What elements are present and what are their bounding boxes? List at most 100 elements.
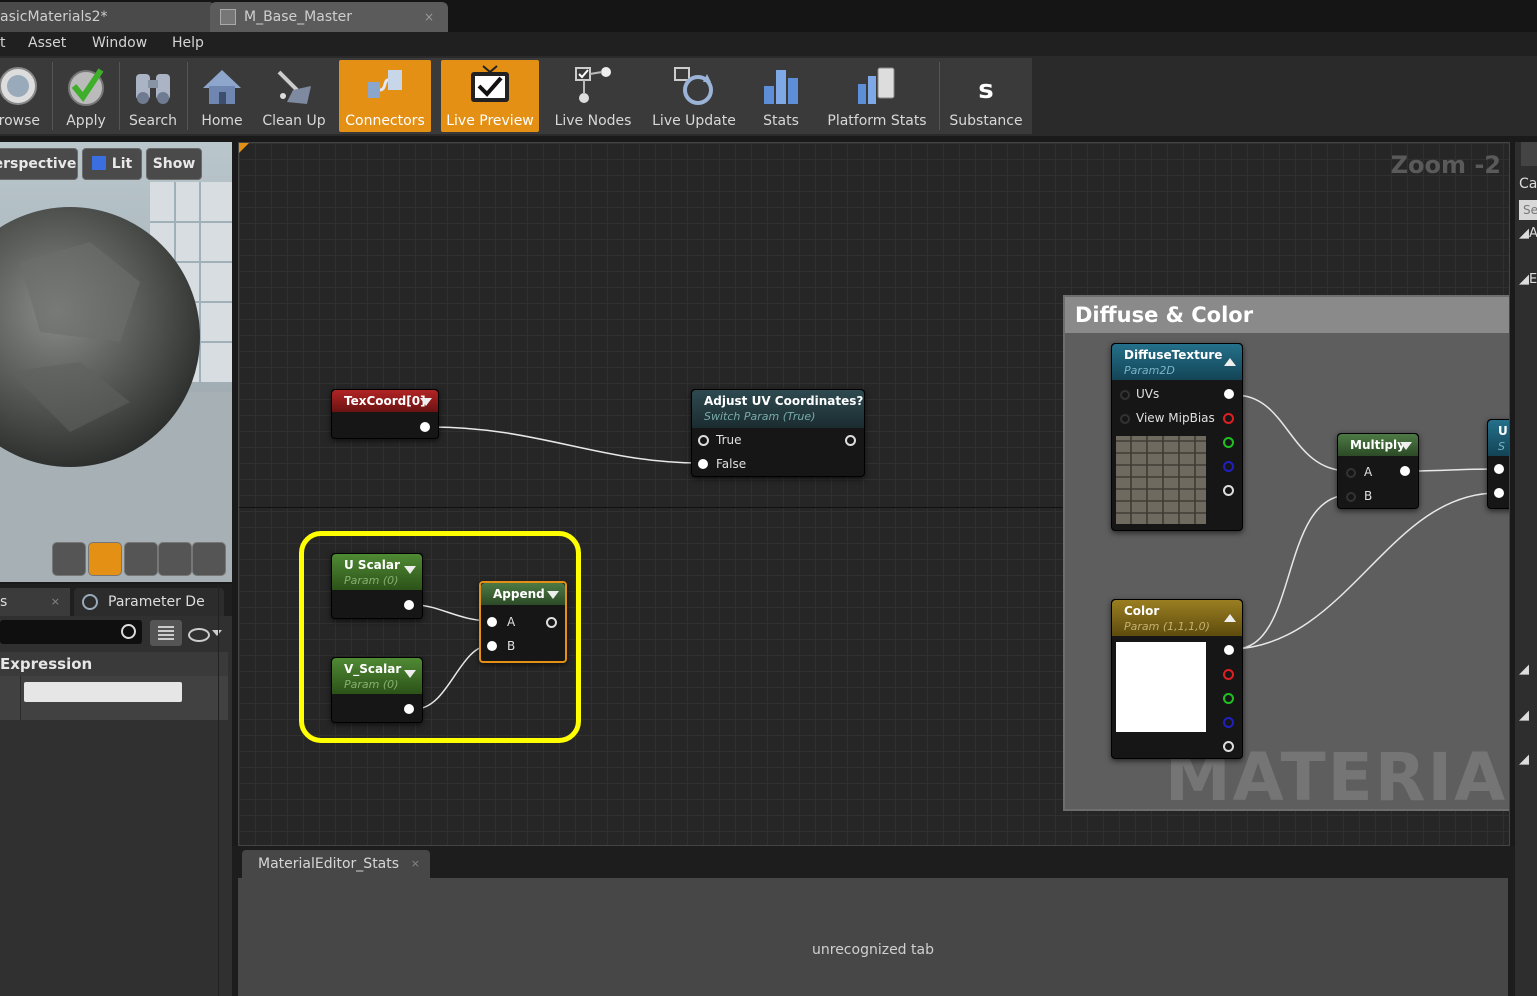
node-texcoord[interactable]: TexCoord[0] xyxy=(331,389,439,439)
input-pin[interactable] xyxy=(1494,488,1504,498)
connectors-button[interactable]: Connectors xyxy=(339,60,431,132)
material-icon xyxy=(220,9,236,25)
output-rgb-pin[interactable] xyxy=(1224,389,1234,399)
stats-button[interactable]: Stats xyxy=(752,60,810,132)
substance-button[interactable]: s Substance xyxy=(943,60,1029,132)
view-options-button[interactable] xyxy=(150,620,182,646)
perspective-button[interactable]: erspective xyxy=(0,148,78,180)
teapot-preview-icon[interactable] xyxy=(192,542,226,576)
menu-window[interactable]: Window xyxy=(92,35,147,51)
expression-desc-field[interactable] xyxy=(24,682,182,702)
node-append[interactable]: Append A B xyxy=(479,581,567,663)
palette-expander[interactable]: ◢ xyxy=(1519,662,1529,677)
platform-stats-label: Platform Stats xyxy=(827,113,927,129)
live-nodes-button[interactable]: Live Nodes xyxy=(548,60,638,132)
node-title: V_Scalar xyxy=(344,662,402,676)
material-preview-viewport[interactable]: erspective Lit Show xyxy=(0,142,232,582)
home-label: Home xyxy=(201,113,243,129)
output-r-pin[interactable] xyxy=(1223,413,1234,424)
collapse-arrow-icon[interactable] xyxy=(404,566,416,574)
output-pin[interactable] xyxy=(404,600,414,610)
input-pin-b[interactable] xyxy=(487,641,497,651)
cube-preview-icon[interactable] xyxy=(158,542,192,576)
close-icon[interactable]: × xyxy=(411,850,420,878)
output-b-pin[interactable] xyxy=(1223,717,1234,728)
color-swatch[interactable] xyxy=(1116,642,1206,732)
output-a-pin[interactable] xyxy=(1223,485,1234,496)
output-pin[interactable] xyxy=(1400,466,1410,476)
input-pin-a[interactable] xyxy=(487,617,497,627)
clean-up-button[interactable]: Clean Up xyxy=(258,60,330,132)
lit-button[interactable]: Lit xyxy=(82,148,142,180)
tab-basic-materials[interactable]: asicMaterials2* xyxy=(0,2,215,32)
wire-diffuse-multiply xyxy=(1234,394,1350,472)
input-pin-true[interactable] xyxy=(698,435,709,446)
output-b-pin[interactable] xyxy=(1223,461,1234,472)
output-a-pin[interactable] xyxy=(1223,741,1234,752)
live-update-icon xyxy=(674,67,713,105)
input-pin-uvs[interactable] xyxy=(1120,390,1130,400)
tab-details[interactable]: s × xyxy=(0,588,70,616)
output-pin[interactable] xyxy=(404,704,414,714)
collapse-arrow-icon[interactable] xyxy=(1224,358,1236,366)
node-color-vector[interactable]: Color Param (1,1,1,0) xyxy=(1111,599,1243,759)
plane-preview-icon[interactable] xyxy=(124,542,158,576)
input-pin-a[interactable] xyxy=(1346,468,1356,478)
details-search-input[interactable] xyxy=(0,620,142,644)
collapse-arrow-icon[interactable] xyxy=(1224,614,1236,622)
tab-m-base-master[interactable]: M_Base_Master × xyxy=(210,2,448,32)
menu-help[interactable]: Help xyxy=(172,35,204,51)
platform-stats-button[interactable]: Platform Stats xyxy=(822,60,932,132)
live-preview-button[interactable]: Live Preview xyxy=(441,60,539,132)
close-icon[interactable]: × xyxy=(51,588,60,616)
input-pin-mipbias[interactable] xyxy=(1120,414,1130,424)
platform-stats-icon xyxy=(858,67,895,104)
eye-visibility-button[interactable] xyxy=(186,624,226,644)
search-placeholder: Se xyxy=(1523,203,1537,217)
close-icon[interactable]: × xyxy=(424,2,434,32)
tab-material-editor-stats[interactable]: MaterialEditor_Stats × xyxy=(242,850,430,878)
output-g-pin[interactable] xyxy=(1223,437,1234,448)
cylinder-preview-icon[interactable] xyxy=(52,542,86,576)
output-pin[interactable] xyxy=(546,617,557,628)
input-pin-false[interactable] xyxy=(698,459,708,469)
show-button[interactable]: Show xyxy=(146,148,202,180)
output-pin[interactable] xyxy=(845,435,856,446)
node-diffuse-texture[interactable]: DiffuseTexture Param2D UVs View MipBias xyxy=(1111,343,1243,531)
apply-button[interactable]: Apply xyxy=(56,60,116,132)
palette-panel: Ca Se ◢A ◢E ◢ ◢ ◢ xyxy=(1515,142,1537,996)
input-pin-b[interactable] xyxy=(1346,492,1356,502)
menu-asset[interactable]: Asset xyxy=(28,35,66,51)
palette-category-e[interactable]: ◢E xyxy=(1519,272,1537,287)
palette-search-input[interactable]: Se xyxy=(1519,200,1537,220)
output-pin[interactable] xyxy=(420,422,430,432)
collapse-arrow-icon[interactable] xyxy=(547,591,559,599)
node-multiply[interactable]: Multiply A B xyxy=(1337,433,1419,509)
node-u-scalar[interactable]: U Scalar Param (0) xyxy=(331,553,423,619)
sphere-preview-icon[interactable] xyxy=(88,542,122,576)
output-rgb-pin[interactable] xyxy=(1224,645,1234,655)
node-switch-param[interactable]: Adjust UV Coordinates? Switch Param (Tru… xyxy=(691,389,865,477)
collapse-arrow-icon[interactable] xyxy=(404,670,416,678)
tab-parameter-defaults[interactable]: Parameter De xyxy=(74,588,224,616)
input-pin[interactable] xyxy=(1494,464,1504,474)
pin-mip-label: View MipBias xyxy=(1136,411,1215,425)
search-button[interactable]: Search xyxy=(122,60,184,132)
home-button[interactable]: Home xyxy=(190,60,254,132)
output-g-pin[interactable] xyxy=(1223,693,1234,704)
palette-expander[interactable]: ◢ xyxy=(1519,708,1529,723)
search-label: Search xyxy=(128,113,178,129)
collapse-arrow-icon[interactable] xyxy=(1400,442,1412,450)
palette-tab[interactable] xyxy=(1521,142,1537,166)
expression-category[interactable]: Expression xyxy=(0,652,228,676)
live-update-button[interactable]: Live Update xyxy=(646,60,742,132)
browse-button[interactable]: rowse xyxy=(0,60,46,132)
material-graph-canvas[interactable]: Zoom -2 Diffuse & Color MATERIAL TexCoor… xyxy=(238,142,1510,846)
collapse-arrow-icon[interactable] xyxy=(420,398,432,406)
node-v-scalar[interactable]: V_Scalar Param (0) xyxy=(331,657,423,723)
palette-expander[interactable]: ◢ xyxy=(1519,752,1529,767)
menu-edit[interactable]: t xyxy=(0,35,6,51)
output-r-pin[interactable] xyxy=(1223,669,1234,680)
palette-category-a[interactable]: ◢A xyxy=(1519,226,1537,241)
node-partial-offscreen[interactable]: U S xyxy=(1487,419,1509,509)
